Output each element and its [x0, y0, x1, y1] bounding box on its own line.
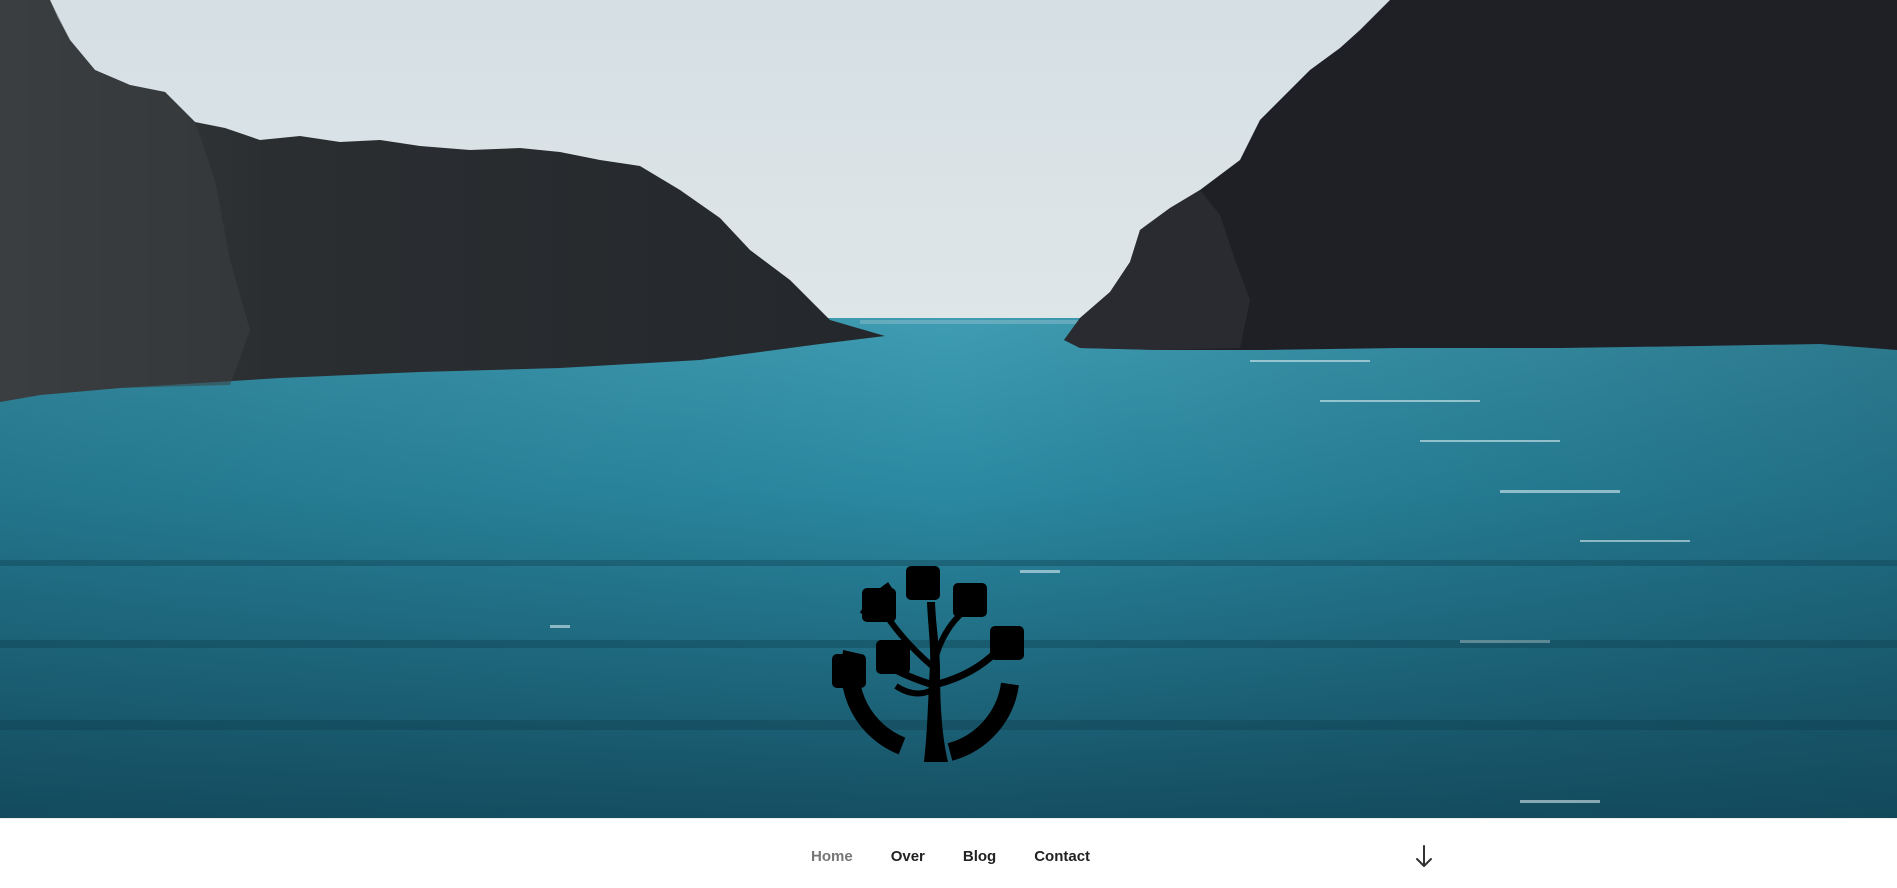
tree-logo-icon[interactable] [832, 566, 1028, 764]
nav-item-over: Over [872, 848, 944, 866]
nav-item-contact: Contact [1015, 848, 1109, 866]
nav-link-over[interactable]: Over [872, 848, 944, 866]
nav-link-home[interactable]: Home [811, 848, 872, 866]
nav-menu: Home Over Blog Contact [811, 848, 1109, 866]
nav-item-blog: Blog [944, 848, 1015, 866]
arrow-down-icon [1416, 845, 1432, 867]
scroll-down-button[interactable] [1413, 843, 1435, 871]
nav-link-contact[interactable]: Contact [1015, 848, 1109, 866]
hero-header [0, 0, 1897, 818]
nav-link-blog[interactable]: Blog [944, 848, 1015, 866]
main-navigation: Home Over Blog Contact [0, 818, 1897, 888]
nav-item-home: Home [811, 848, 872, 866]
